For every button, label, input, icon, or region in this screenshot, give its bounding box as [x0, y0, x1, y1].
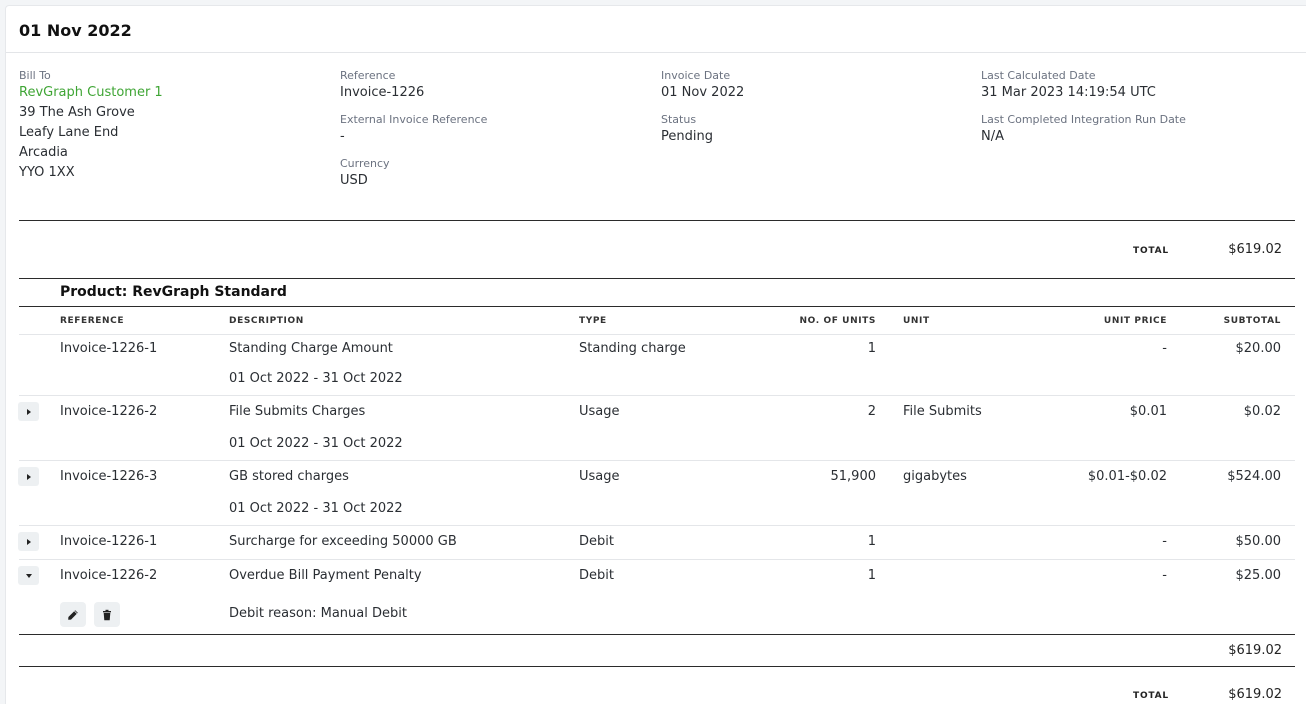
row-unit: gigabytes: [903, 469, 967, 484]
invoice-date-value: 01 Nov 2022: [661, 85, 745, 100]
divider: [19, 334, 1295, 335]
row-period: 01 Oct 2022 - 31 Oct 2022: [229, 501, 403, 516]
divider: [19, 395, 1295, 396]
row-unit-price: -: [1162, 568, 1167, 583]
bill-to-section: Bill To RevGraph Customer 1 39 The Ash G…: [19, 69, 163, 183]
divider: [19, 460, 1295, 461]
divider: [19, 666, 1295, 667]
total-label: TOTAL: [1133, 691, 1169, 701]
row-type: Usage: [579, 469, 620, 484]
page-title: 01 Nov 2022: [19, 21, 132, 40]
caret-right-icon: [26, 408, 31, 415]
row-description-link[interactable]: GB stored charges: [229, 469, 349, 484]
last-calculated-value: 31 Mar 2023 14:19:54 UTC: [981, 85, 1156, 100]
reference-label: Reference: [340, 69, 396, 82]
status-value: Pending: [661, 129, 713, 144]
divider: [19, 559, 1295, 560]
address-line: Arcadia: [19, 145, 68, 160]
last-integration-value: N/A: [981, 129, 1004, 144]
total-value: $619.02: [1228, 687, 1282, 702]
divider: [19, 634, 1295, 635]
column-header-unit-price: UNIT PRICE: [1103, 316, 1167, 326]
bill-to-label: Bill To: [19, 69, 51, 82]
row-description: Surcharge for exceeding 50000 GB: [229, 534, 457, 549]
status-label: Status: [661, 113, 697, 126]
collapse-row-button[interactable]: [18, 566, 39, 585]
row-period: 01 Oct 2022 - 31 Oct 2022: [229, 371, 403, 386]
row-description-link[interactable]: File Submits Charges: [229, 404, 365, 419]
column-header-units: NO. OF UNITS: [799, 316, 876, 326]
row-unit-price: $0.01: [1129, 404, 1167, 419]
column-header-type: TYPE: [579, 316, 607, 326]
address-line: Leafy Lane End: [19, 125, 119, 140]
row-unit-price: -: [1162, 534, 1167, 549]
row-type: Standing charge: [579, 341, 686, 356]
row-units: 51,900: [830, 469, 877, 484]
row-subtotal: $25.00: [1235, 568, 1282, 583]
row-units: 1: [867, 568, 876, 583]
row-units: 1: [867, 341, 876, 356]
divider: [19, 306, 1295, 307]
calculation-section: Last Calculated Date 31 Mar 2023 14:19:5…: [981, 69, 1186, 147]
row-reference: Invoice-1226-2: [60, 404, 158, 419]
row-subtotal: $524.00: [1227, 469, 1281, 484]
row-type: Usage: [579, 404, 620, 419]
row-period: 01 Oct 2022 - 31 Oct 2022: [229, 436, 403, 451]
expand-row-button[interactable]: [18, 532, 39, 551]
debit-reason: Debit reason: Manual Debit: [229, 606, 407, 621]
row-unit-price: -: [1162, 341, 1167, 356]
row-unit: File Submits: [903, 404, 982, 419]
expand-row-button[interactable]: [18, 467, 39, 486]
row-units: 1: [867, 534, 876, 549]
total-value: $619.02: [1228, 242, 1282, 257]
invoice-date-label: Invoice Date: [661, 69, 731, 82]
external-reference-label: External Invoice Reference: [340, 113, 488, 126]
column-header-unit: UNIT: [903, 316, 930, 326]
row-subtotal: $50.00: [1235, 534, 1282, 549]
currency-label: Currency: [340, 157, 390, 170]
delete-button[interactable]: [94, 602, 120, 627]
divider: [19, 525, 1295, 526]
customer-link[interactable]: RevGraph Customer 1: [19, 83, 163, 103]
row-unit-price: $0.01-$0.02: [1087, 469, 1167, 484]
column-header-reference: REFERENCE: [60, 316, 125, 326]
divider: [19, 278, 1295, 279]
product-title: Product: RevGraph Standard: [60, 284, 287, 300]
row-description: Overdue Bill Payment Penalty: [229, 568, 422, 583]
column-header-description: DESCRIPTION: [229, 316, 304, 326]
reference-section: Reference Invoice-1226 External Invoice …: [340, 69, 487, 191]
row-subtotal: $0.02: [1243, 404, 1281, 419]
caret-right-icon: [26, 538, 31, 545]
divider: [19, 220, 1295, 221]
invoice-date-section: Invoice Date 01 Nov 2022 Status Pending: [661, 69, 744, 147]
address-line: 39 The Ash Grove: [19, 105, 135, 120]
row-reference: Invoice-1226-3: [60, 469, 158, 484]
expand-row-button[interactable]: [18, 402, 39, 421]
column-header-subtotal: SUBTOTAL: [1223, 316, 1281, 326]
pencil-icon: [68, 609, 78, 620]
row-type: Debit: [579, 534, 614, 549]
row-reference: Invoice-1226-1: [60, 341, 158, 356]
row-subtotal: $20.00: [1235, 341, 1282, 356]
last-calculated-label: Last Calculated Date: [981, 69, 1096, 82]
row-type: Debit: [579, 568, 614, 583]
last-integration-label: Last Completed Integration Run Date: [981, 113, 1186, 126]
row-reference: Invoice-1226-2: [60, 568, 158, 583]
trash-icon: [103, 609, 111, 620]
edit-button[interactable]: [60, 602, 86, 627]
caret-down-icon: [25, 573, 32, 578]
row-units: 2: [867, 404, 876, 419]
row-description-link[interactable]: Standing Charge Amount: [229, 341, 393, 356]
total-label: TOTAL: [1133, 246, 1169, 256]
divider: [6, 52, 1306, 53]
external-reference-value: -: [340, 129, 345, 144]
reference-value: Invoice-1226: [340, 85, 425, 100]
caret-right-icon: [26, 473, 31, 480]
row-reference: Invoice-1226-1: [60, 534, 158, 549]
invoice-card: 01 Nov 2022 Bill To RevGraph Customer 1 …: [5, 5, 1306, 704]
product-subtotal-value: $619.02: [1228, 643, 1282, 658]
currency-value: USD: [340, 173, 368, 188]
address-line: YYO 1XX: [19, 165, 75, 180]
